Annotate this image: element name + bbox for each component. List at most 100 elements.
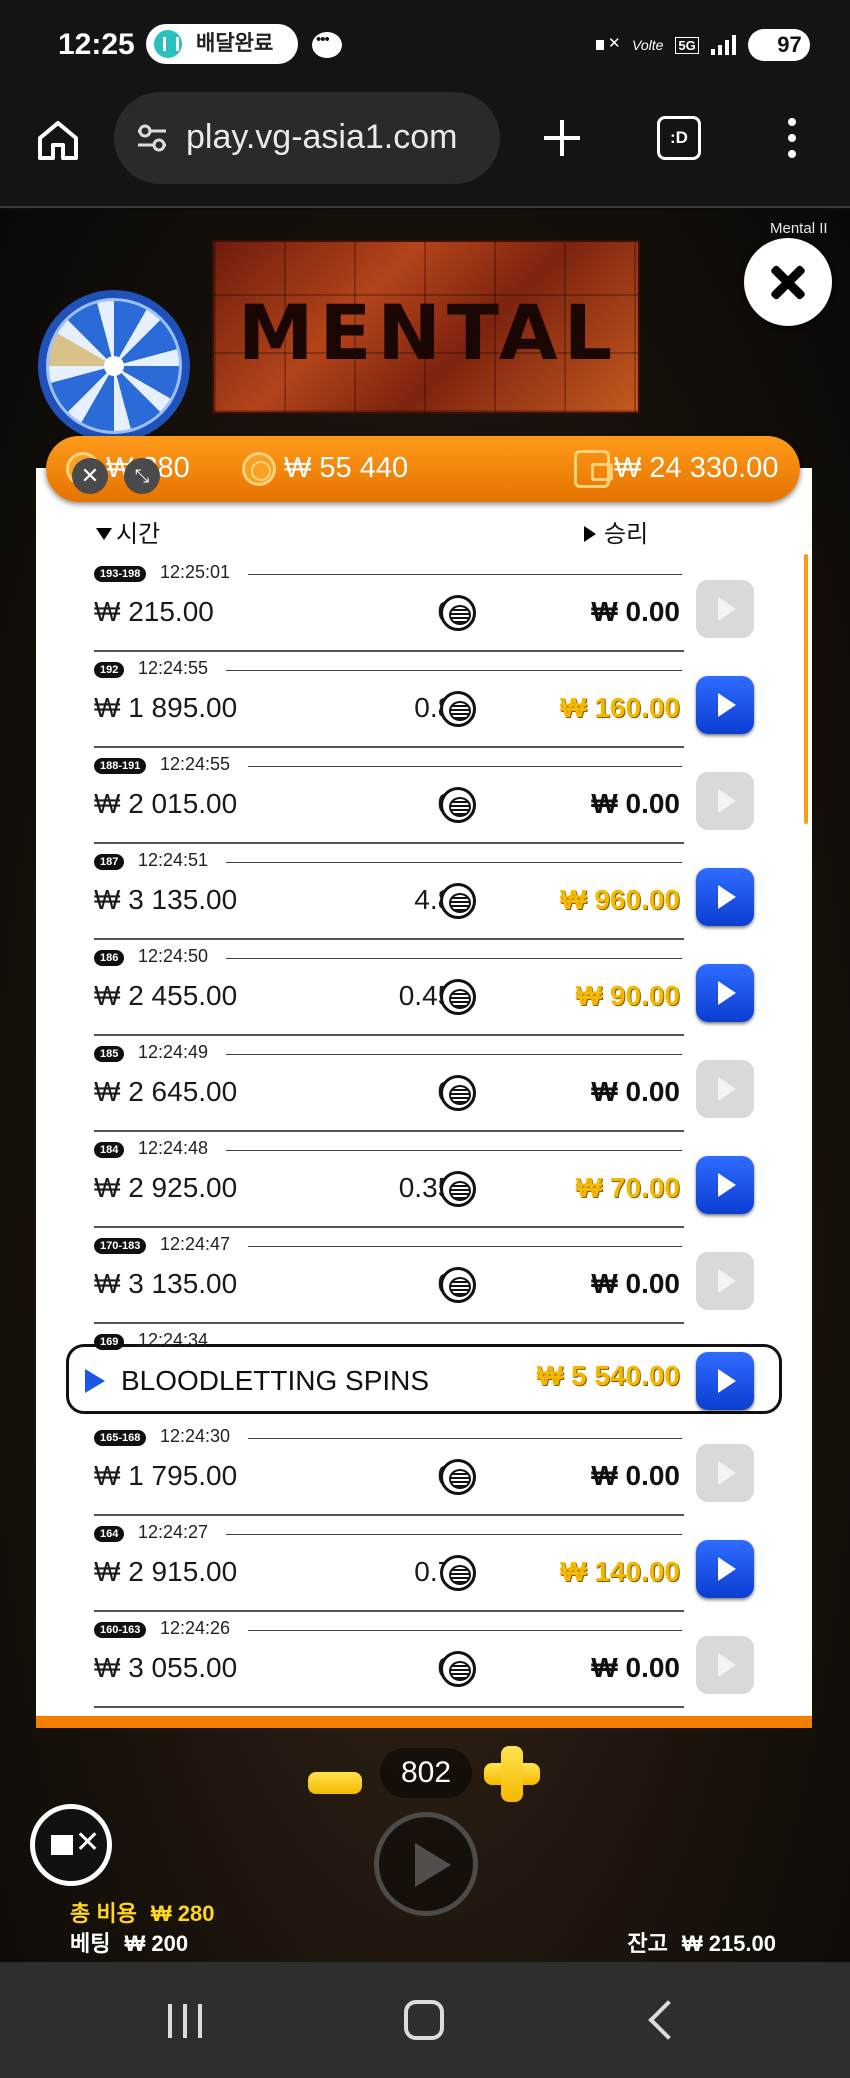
bonus-title: BLOODLETTING SPINS: [121, 1365, 430, 1396]
spin-button[interactable]: [374, 1812, 478, 1916]
coin-stack-icon: [440, 1075, 476, 1111]
round-time: 12:24:48: [138, 1138, 209, 1158]
row-win-amount: ₩ 70.00: [575, 1172, 680, 1203]
round-badge: 159: [94, 1718, 124, 1728]
delivery-label: 배달완료: [196, 32, 274, 55]
address-bar[interactable]: play.vg-asia1.com: [114, 92, 500, 184]
row-bet-amount: ₩ 1 895.00: [94, 692, 238, 723]
sort-by-win[interactable]: 승리: [584, 514, 648, 549]
row-bet-amount: ₩ 2 925.00: [94, 1172, 238, 1203]
history-header: 시간 승리: [36, 514, 812, 554]
row-divider: [226, 1054, 682, 1055]
replay-button: [696, 1252, 754, 1310]
game-info-bar: ₩ 280 ₩ 55 440 ₩ 24 330.00: [46, 436, 800, 502]
row-divider: [248, 766, 682, 767]
signal-bars-icon: [710, 35, 736, 55]
sort-by-time[interactable]: 시간: [96, 514, 160, 549]
chat-bubble-icon: [312, 31, 342, 58]
row-bet-amount: ₩ 1 795.00: [94, 1460, 238, 1491]
sort-down-icon: [96, 528, 112, 540]
replay-button: [696, 1060, 754, 1118]
row-bet-amount: ₩ 2 645.00: [94, 1076, 238, 1107]
bonus-history-row: BLOODLETTING SPINS 169 12:24:34 ₩ 5 540.00: [36, 1322, 812, 1418]
history-row: 18512:24:49₩ 2 645.000 x₩ 0.00: [36, 1034, 812, 1132]
delivery-app-icon: [154, 30, 182, 58]
row-win-amount: ₩ 90.00: [575, 980, 680, 1011]
history-row: 170-18312:24:47₩ 3 135.000 x₩ 0.00: [36, 1226, 812, 1324]
history-row: 165-16812:24:30₩ 1 795.000 x₩ 0.00: [36, 1418, 812, 1516]
round-badge: 170-183: [94, 1238, 147, 1254]
game-logo-text: MENTAL: [237, 288, 619, 377]
spin-counter: 802: [380, 1748, 472, 1798]
row-bet-amount: ₩ 2 915.00: [94, 1556, 238, 1587]
row-win-amount: ₩ 960.00: [560, 884, 680, 915]
round-badge: 169: [94, 1334, 125, 1350]
round-badge: 184: [94, 1142, 125, 1158]
row-divider: [248, 1438, 682, 1439]
more-options-icon[interactable]: [784, 118, 800, 162]
replay-button: [696, 772, 754, 830]
dismiss-icon[interactable]: ✕: [72, 458, 108, 494]
round-time: 12:24:50: [138, 946, 209, 966]
row-bet-amount: ₩ 3 055.00: [94, 1652, 238, 1683]
replay-button[interactable]: [696, 1156, 754, 1214]
replay-button[interactable]: [696, 1352, 754, 1410]
round-time: 12:24:34: [138, 1330, 209, 1350]
nav-back-icon[interactable]: [648, 2000, 688, 2040]
recent-apps-icon[interactable]: [168, 2004, 204, 2038]
replay-button: [696, 580, 754, 638]
row-divider: [226, 958, 682, 959]
coin-stack-icon: [440, 1555, 476, 1591]
row-win-amount: ₩ 0.00: [591, 1652, 680, 1683]
replay-button[interactable]: [696, 964, 754, 1022]
row-win-amount: ₩ 0.00: [591, 788, 680, 819]
row-win-amount: ₩ 160.00: [560, 692, 680, 723]
stake-value: ₩ 200: [124, 1931, 189, 1956]
increase-button[interactable]: [484, 1746, 540, 1802]
sound-mute-button[interactable]: [30, 1804, 112, 1886]
row-bet-amount: ₩ 215.00: [94, 596, 214, 627]
row-win-amount: ₩ 5 540.00: [536, 1360, 680, 1391]
replay-button[interactable]: [696, 1540, 754, 1598]
stake-label: 베팅: [70, 1931, 111, 1956]
bonus-wheel-icon[interactable]: [38, 290, 190, 442]
game-name-tag: Mental II: [770, 220, 828, 237]
win-coin-icon: [242, 452, 276, 486]
replay-button[interactable]: [696, 868, 754, 926]
new-tab-icon[interactable]: [540, 116, 584, 160]
replay-button: [696, 1444, 754, 1502]
system-icons: Volte 5G 97: [596, 28, 810, 62]
round-badge: 192: [94, 662, 125, 678]
nav-home-icon[interactable]: [404, 2000, 444, 2040]
total-cost-value: ₩ 280: [150, 1901, 215, 1926]
tab-switcher-button[interactable]: :D: [657, 116, 701, 160]
coin-stack-icon: [440, 1651, 476, 1687]
bet-history-panel: 시간 승리 193-19812:25:01₩ 215.000 x₩ 0.0019…: [36, 468, 812, 1728]
round-time: 12:24:23: [138, 1714, 209, 1728]
history-row: 186 12:24:50 ₩ 2 455.00 0.45 x ₩ 90.00: [36, 938, 812, 1036]
game-logo: MENTAL: [212, 240, 640, 414]
round-time: 12:24:30: [160, 1426, 231, 1446]
decrease-button[interactable]: [308, 1772, 362, 1794]
header-win-value: ₩ 55 440: [284, 452, 409, 484]
row-divider: [248, 1246, 682, 1247]
url-text: play.vg-asia1.com: [186, 118, 458, 156]
round-time: 12:24:26: [160, 1618, 231, 1638]
coin-stack-icon: [440, 1171, 476, 1207]
home-icon[interactable]: [36, 118, 80, 162]
coin-stack-icon: [440, 979, 476, 1015]
balance-value: ₩ 215.00: [681, 1931, 776, 1956]
site-settings-icon[interactable]: [136, 124, 168, 152]
collapse-icon[interactable]: ⤡: [124, 458, 160, 494]
row-divider: [226, 862, 682, 863]
row-divider: [226, 1534, 682, 1535]
replay-button[interactable]: [696, 676, 754, 734]
round-time: 12:24:55: [138, 658, 209, 678]
close-history-button[interactable]: [744, 238, 832, 326]
sort-right-icon: [584, 526, 596, 542]
coin-stack-icon: [440, 595, 476, 631]
round-badge: 164: [94, 1526, 125, 1542]
browser-toolbar: play.vg-asia1.com :D: [0, 90, 850, 208]
row-bet-amount: ₩ 2 015.00: [94, 788, 238, 819]
row-bet-amount: ₩ 2 455.00: [94, 980, 238, 1011]
